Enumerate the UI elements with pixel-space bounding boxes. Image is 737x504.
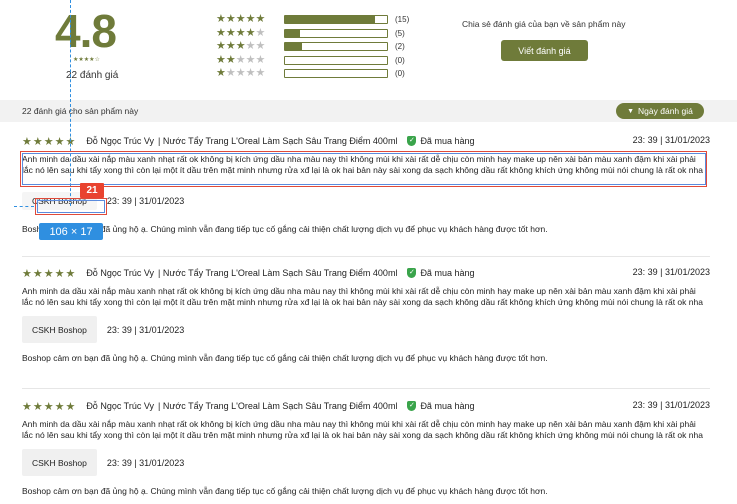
review-body: Anh minh da dầu xài nắp màu xanh nhạt rấ… <box>22 286 703 308</box>
shop-name-badge: CSKH Boshop <box>22 449 97 477</box>
verified-shield-icon: ✓ <box>407 401 417 411</box>
dist-row-4[interactable]: ★★★★★ (5) <box>216 27 416 41</box>
verified-purchase: ✓ Đã mua hàng <box>407 401 474 411</box>
shop-reply-header: CSKH Boshop 23: 39 | 31/01/2023 <box>22 316 710 344</box>
dist-count: (15) <box>395 15 410 25</box>
dist-fill <box>285 16 375 24</box>
average-stars: ★★★★☆ <box>73 57 100 63</box>
dist-fill <box>285 43 303 51</box>
verified-shield-icon: ✓ <box>407 268 417 278</box>
review-author: Đỗ Ngọc Trúc Vy <box>86 401 155 411</box>
rating-summary: 4.8 ★★★★☆ 22 đánh giá ★★★★★ (15) ★★★★★ (… <box>0 0 737 96</box>
rating-distribution: ★★★★★ (15) ★★★★★ (5) ★★★★★ (2) ★★★★★ (0)… <box>216 13 416 81</box>
review-date: 23: 39 | 31/01/2023 <box>632 267 710 277</box>
verified-purchase: ✓ Đã mua hàng <box>407 268 474 278</box>
dist-bar <box>284 15 388 25</box>
dist-row-2[interactable]: ★★★★★ (0) <box>216 54 416 68</box>
filter-label: 22 đánh giá cho sản phẩm này <box>22 106 139 116</box>
shop-reply-date: 23: 39 | 31/01/2023 <box>106 195 185 206</box>
review-header: ★★★★★ Đỗ Ngọc Trúc Vy | Nước Tẩy Trang L… <box>22 134 710 148</box>
review-product: | Nước Tẩy Trang L'Oreal Làm Sạch Sâu Tr… <box>158 401 398 411</box>
stars-icon: ★★★★★ <box>216 67 266 80</box>
element-index-tag: 21 <box>80 183 104 198</box>
dist-count: (5) <box>395 28 405 38</box>
stars-icon: ★★★★★ <box>216 26 266 39</box>
shop-reply-text: Boshop cảm ơn bạn đã ủng hộ ạ. Chúng mìn… <box>22 353 548 364</box>
verified-label: Đã mua hàng <box>420 401 475 411</box>
shop-reply-header: CSKH Boshop 23: 39 | 31/01/2023 <box>22 449 710 477</box>
shop-name-badge: CSKH Boshop <box>22 316 97 344</box>
dist-count: (0) <box>395 55 405 65</box>
stars-icon: ★★★★★ <box>216 40 266 53</box>
dist-bar <box>284 55 388 65</box>
review-count: 22 đánh giá <box>66 70 119 81</box>
review-stars-icon: ★★★★★ <box>22 135 77 148</box>
dist-row-5[interactable]: ★★★★★ (15) <box>216 13 416 27</box>
review-date: 23: 39 | 31/01/2023 <box>632 135 710 145</box>
shop-reply-text: Boshop cảm ơn bạn đã ủng hộ ạ. Chúng mìn… <box>22 224 548 235</box>
dist-bar <box>284 42 388 52</box>
share-prompt: Chia sẻ đánh giá của bạn về sản phẩm này <box>462 19 626 29</box>
review-item: ★★★★★ Đỗ Ngọc Trúc Vy | Nước Tẩy Trang L… <box>22 399 710 496</box>
dist-bar <box>284 69 388 79</box>
stars-icon: ★★★★★ <box>216 13 266 26</box>
dist-row-1[interactable]: ★★★★★ (0) <box>216 67 416 81</box>
verified-label: Đã mua hàng <box>420 136 475 146</box>
shop-reply-text: Boshop cảm ơn bạn đã ủng hộ ạ. Chúng mìn… <box>22 486 548 497</box>
inspector-guide-horizontal <box>14 206 34 207</box>
dist-count: (0) <box>395 69 405 79</box>
dist-count: (2) <box>395 42 405 52</box>
review-stars-icon: ★★★★★ <box>22 267 77 280</box>
review-product: | Nước Tẩy Trang L'Oreal Làm Sạch Sâu Tr… <box>158 136 398 146</box>
review-divider <box>22 256 710 257</box>
selection-inner-box <box>37 200 105 213</box>
review-product: | Nước Tẩy Trang L'Oreal Làm Sạch Sâu Tr… <box>158 268 398 278</box>
review-body: Anh minh da dầu xài nắp màu xanh nhạt rấ… <box>22 419 703 441</box>
review-author: Đỗ Ngọc Trúc Vy <box>86 136 155 146</box>
review-date: 23: 39 | 31/01/2023 <box>632 400 710 410</box>
dist-fill <box>285 29 301 37</box>
verified-shield-icon: ✓ <box>407 136 417 146</box>
review-stars-icon: ★★★★★ <box>22 400 77 413</box>
review-author: Đỗ Ngọc Trúc Vy <box>86 268 155 278</box>
review-header: ★★★★★ Đỗ Ngọc Trúc Vy | Nước Tẩy Trang L… <box>22 399 710 413</box>
average-score: 4.8 <box>55 5 117 57</box>
verified-label: Đã mua hàng <box>420 268 475 278</box>
stars-icon: ★★★★★ <box>216 53 266 66</box>
verified-purchase: ✓ Đã mua hàng <box>407 136 474 146</box>
shop-reply-date: 23: 39 | 31/01/2023 <box>106 457 185 468</box>
review-header: ★★★★★ Đỗ Ngọc Trúc Vy | Nước Tẩy Trang L… <box>22 266 710 280</box>
highlight-inner-box <box>22 153 706 185</box>
shop-reply-date: 23: 39 | 31/01/2023 <box>106 324 185 335</box>
caret-down-icon: ▼ <box>627 107 635 115</box>
sort-label: Ngày đánh giá <box>638 106 693 116</box>
review-divider <box>22 388 710 389</box>
dist-row-3[interactable]: ★★★★★ (2) <box>216 40 416 54</box>
write-review-button[interactable]: Viết đánh giá <box>501 40 588 61</box>
review-item: ★★★★★ Đỗ Ngọc Trúc Vy | Nước Tẩy Trang L… <box>22 266 710 363</box>
dist-bar <box>284 28 388 38</box>
shop-reply-header: CSKH Boshop 23: 39 | 31/01/2023 <box>22 187 710 214</box>
review-filter-bar: 22 đánh giá cho sản phẩm này ▼ Ngày đánh… <box>0 100 737 122</box>
element-size-tag: 106 × 17 <box>39 223 103 240</box>
sort-by-date-button[interactable]: ▼ Ngày đánh giá <box>616 103 704 119</box>
